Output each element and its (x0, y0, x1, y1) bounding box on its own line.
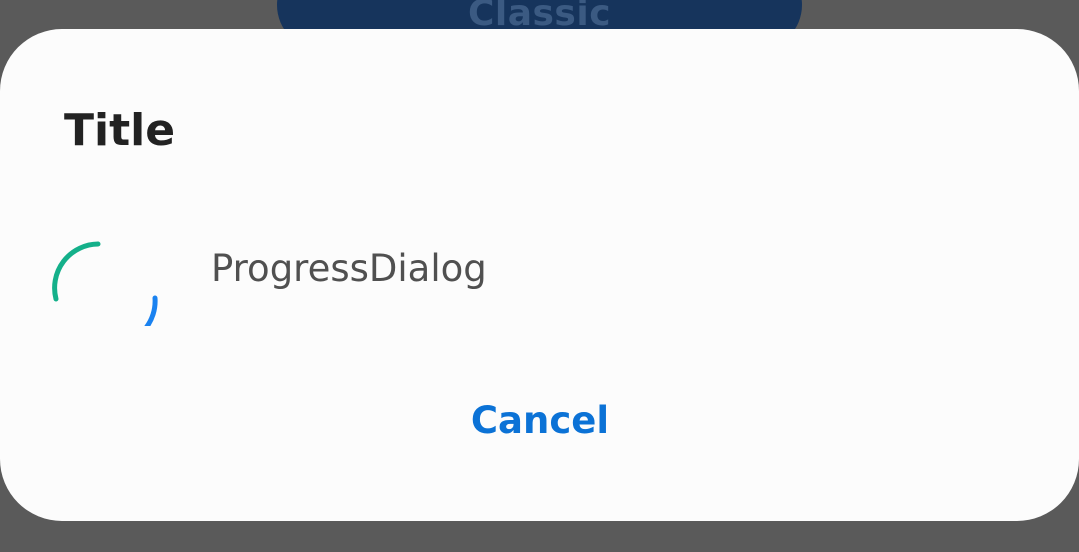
progress-message: ProgressDialog (211, 247, 487, 290)
cancel-button[interactable]: Cancel (440, 386, 640, 456)
dialog-title: Title (64, 105, 176, 156)
progress-dialog: Title ProgressDialog Cancel (0, 29, 1079, 521)
spinner-arc-green (52, 241, 101, 302)
spinner-arc-blue (144, 295, 158, 326)
progress-spinner-icon (52, 241, 158, 326)
